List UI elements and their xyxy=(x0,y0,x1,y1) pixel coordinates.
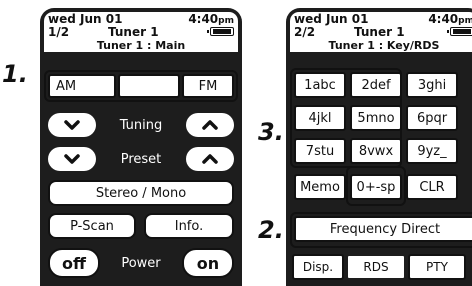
date-label: wed Jun 01 xyxy=(48,12,123,26)
status-bar: wed Jun 01 4:40pm 1/2 Tuner 1 Tuner 1 : … xyxy=(44,12,238,52)
callout-number-1: 1. xyxy=(2,60,28,88)
page-indicator: 2/2 xyxy=(294,25,316,39)
tuning-rocker: Tuning xyxy=(48,112,234,138)
power-off-button[interactable]: off xyxy=(48,248,100,278)
battery-icon xyxy=(207,27,234,36)
chevron-down-icon xyxy=(64,154,80,164)
key-3[interactable]: 3ghi xyxy=(406,72,458,98)
preset-up-button[interactable] xyxy=(186,147,234,171)
tuner-label: Tuner 1 xyxy=(108,25,159,39)
chevron-up-icon xyxy=(202,120,218,130)
key-9[interactable]: 9yz_ xyxy=(406,138,458,164)
power-on-button[interactable]: on xyxy=(182,248,234,278)
tuning-label: Tuning xyxy=(119,117,163,133)
callout-frame-3a xyxy=(290,68,402,168)
tab-rds[interactable]: RDS xyxy=(346,254,406,280)
screen-title: Tuner 1 : Key/RDS xyxy=(328,39,440,52)
screen-title: Tuner 1 : Main xyxy=(96,39,186,52)
chevron-up-icon xyxy=(202,154,218,164)
date-label: wed Jun 01 xyxy=(294,12,369,26)
page-indicator: 1/2 xyxy=(48,25,70,39)
clear-button[interactable]: CLR xyxy=(406,174,458,200)
callout-frame-3b xyxy=(346,166,406,206)
tuner-label: Tuner 1 xyxy=(354,25,405,39)
status-bar: wed Jun 01 4:40pm 2/2 Tuner 1 Tuner 1 : … xyxy=(290,12,472,52)
tuning-up-button[interactable] xyxy=(186,113,234,137)
preset-down-button[interactable] xyxy=(48,147,96,171)
battery-icon xyxy=(447,27,472,36)
tab-disp[interactable]: Disp. xyxy=(292,254,344,280)
power-label: Power xyxy=(121,255,161,271)
p-scan-button[interactable]: P-Scan xyxy=(48,213,136,239)
preset-rocker: Preset xyxy=(48,146,234,172)
chevron-down-icon xyxy=(64,120,80,130)
key-6[interactable]: 6pqr xyxy=(406,105,458,131)
callout-frame-2 xyxy=(290,212,472,248)
callout-number-3: 3. xyxy=(258,118,284,146)
preset-label: Preset xyxy=(120,151,162,167)
callout-number-2: 2. xyxy=(258,216,284,244)
stereo-mono-button[interactable]: Stereo / Mono xyxy=(48,180,234,206)
tab-pty[interactable]: PTY xyxy=(408,254,466,280)
callout-frame-1 xyxy=(44,70,238,102)
remote-screen-main: wed Jun 01 4:40pm 1/2 Tuner 1 Tuner 1 : … xyxy=(40,8,242,286)
memo-button[interactable]: Memo xyxy=(294,174,346,200)
info-button[interactable]: Info. xyxy=(144,213,234,239)
tuning-down-button[interactable] xyxy=(48,113,96,137)
